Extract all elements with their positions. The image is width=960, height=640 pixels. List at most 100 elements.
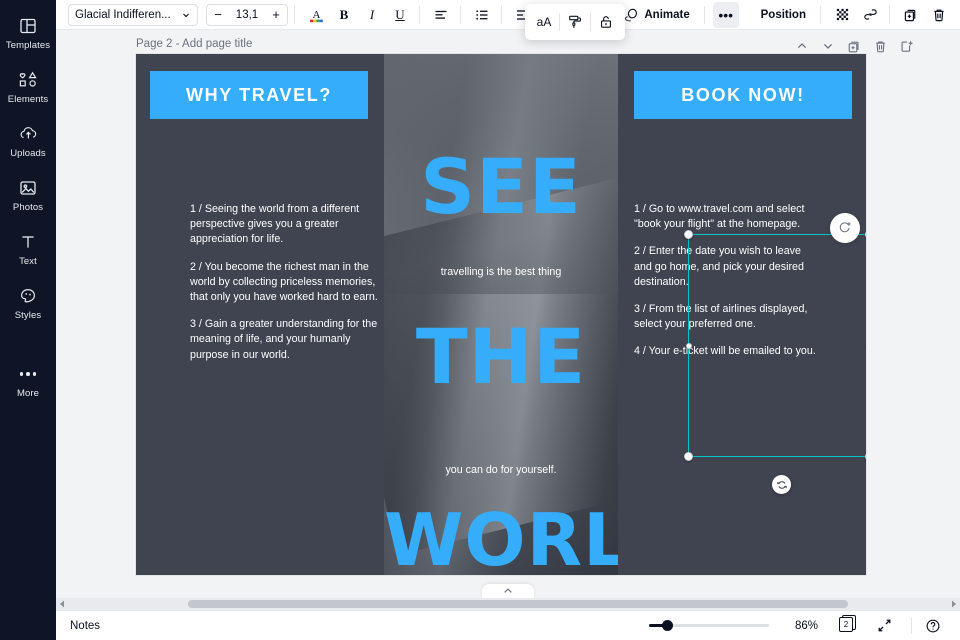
scrollbar-thumb[interactable] — [188, 600, 848, 608]
editor-area: Page 2 - Add page title — [56, 30, 960, 610]
sidebar-item-more[interactable]: More — [0, 354, 56, 408]
font-size-increase-button[interactable]: + — [265, 4, 287, 26]
top-toolbar: Glacial Indifferen... − 13,1 + A B — [56, 0, 960, 30]
left-panel-text-block[interactable]: 1 / Seeing the world from a different pe… — [190, 202, 380, 375]
sidebar-item-elements[interactable]: Elements — [0, 60, 56, 114]
scroll-right-arrow[interactable] — [948, 598, 960, 610]
bold-icon: B — [340, 7, 349, 23]
sidebar-item-text[interactable]: Text — [0, 222, 56, 276]
animate-icon — [624, 7, 639, 22]
help-icon — [925, 618, 941, 634]
toolbar-divider — [704, 6, 705, 24]
rotate-icon — [776, 479, 788, 491]
step-item: 2 / Enter the date you wish to leave and… — [634, 244, 820, 290]
collapse-panel-tab[interactable] — [482, 584, 534, 598]
underline-button[interactable]: U — [387, 2, 413, 28]
copy-style-button[interactable] — [560, 8, 590, 36]
step-item: 4 / Your e-ticket will be emailed to you… — [634, 344, 820, 359]
zoom-knob[interactable] — [662, 620, 673, 631]
text-case-button[interactable]: aA — [529, 8, 559, 36]
floating-text-toolbar: aA — [525, 4, 625, 40]
bullet-list-button[interactable] — [469, 2, 495, 28]
more-icon: ••• — [718, 11, 733, 19]
more-options-button[interactable]: ••• — [713, 2, 739, 28]
add-page-round-button[interactable] — [830, 213, 860, 243]
toolbar-divider — [460, 6, 461, 24]
bold-button[interactable]: B — [331, 2, 357, 28]
photos-icon — [18, 177, 38, 199]
font-size-input[interactable]: 13,1 — [229, 9, 265, 21]
headline-word-see: SEE — [384, 149, 618, 225]
templates-icon — [18, 15, 38, 37]
caret-right-icon — [951, 600, 957, 608]
add-page-button[interactable] — [894, 34, 918, 58]
toolbar-divider — [294, 6, 295, 24]
add-page-icon — [899, 39, 914, 54]
page-count-button[interactable]: 2 — [835, 613, 861, 639]
left-sidebar: Templates Elements Uploads — [0, 0, 56, 640]
zoom-slider[interactable] — [649, 619, 769, 633]
toolbar-divider — [820, 6, 821, 24]
align-left-icon — [433, 7, 449, 23]
right-banner-text: BOOK NOW! — [681, 85, 804, 106]
headline-word-world: WORLD — [384, 504, 618, 575]
left-panel-banner[interactable]: WHY TRAVEL? — [150, 71, 368, 119]
duplicate-icon — [903, 7, 919, 23]
zoom-value: 86% — [795, 620, 825, 632]
sidebar-item-templates[interactable]: Templates — [0, 6, 56, 60]
link-icon — [862, 6, 879, 23]
sidebar-item-uploads[interactable]: Uploads — [0, 114, 56, 168]
unlock-icon — [598, 14, 614, 30]
zoom-control: 86% — [649, 619, 825, 633]
left-banner-text: WHY TRAVEL? — [186, 85, 332, 106]
trash-icon — [873, 39, 888, 54]
center-subtitle-1: travelling is the best thing — [384, 266, 618, 278]
notes-button[interactable]: Notes — [70, 620, 100, 632]
duplicate-button[interactable] — [898, 2, 924, 28]
left-list-item: 3 / Gain a greater understanding for the… — [190, 317, 380, 363]
headline-word-the: THE — [384, 319, 618, 395]
animate-button[interactable]: Animate — [616, 3, 697, 27]
add-page-circle-icon — [837, 220, 853, 236]
trash-icon — [931, 7, 947, 23]
toolbar-divider — [419, 6, 420, 24]
svg-text:A: A — [313, 9, 321, 21]
sidebar-item-styles[interactable]: Styles — [0, 276, 56, 330]
scroll-left-arrow[interactable] — [56, 598, 68, 610]
delete-page-button[interactable] — [868, 34, 892, 58]
caret-left-icon — [59, 600, 65, 608]
font-size-decrease-button[interactable]: − — [207, 4, 229, 26]
center-subtitle-2: you can do for yourself. — [384, 464, 618, 476]
sidebar-item-photos[interactable]: Photos — [0, 168, 56, 222]
italic-button[interactable]: I — [359, 2, 385, 28]
rotate-handle[interactable] — [772, 475, 791, 494]
help-button[interactable] — [920, 613, 946, 639]
delete-button[interactable] — [926, 2, 952, 28]
right-panel-text-block[interactable]: 1 / Go to www.travel.com and select "boo… — [634, 202, 820, 372]
sidebar-item-label: Photos — [13, 202, 43, 213]
bullet-list-icon — [474, 7, 490, 23]
chevron-up-icon — [795, 39, 809, 53]
design-canvas[interactable]: WHY TRAVEL? 1 / Seeing the world from a … — [136, 54, 866, 575]
text-align-button[interactable] — [428, 2, 454, 28]
paint-roller-icon — [567, 14, 583, 30]
more-icon — [20, 363, 37, 385]
page-count-icon: 2 — [839, 617, 857, 635]
position-button[interactable]: Position — [753, 3, 814, 27]
text-color-button[interactable]: A — [303, 2, 329, 28]
toolbar-divider — [501, 6, 502, 24]
horizontal-scrollbar[interactable] — [56, 598, 960, 610]
brochure-panel-right[interactable]: BOOK NOW! 1 / Go to www.travel.com and s… — [620, 54, 866, 575]
expand-button[interactable] — [871, 613, 897, 639]
animate-label: Animate — [644, 9, 689, 21]
brochure-panel-center[interactable]: SEE travelling is the best thing THE you… — [384, 54, 618, 575]
lock-button[interactable] — [591, 8, 621, 36]
brochure-panel-left[interactable]: WHY TRAVEL? 1 / Seeing the world from a … — [136, 54, 382, 575]
transparency-button[interactable] — [829, 2, 855, 28]
underline-icon: U — [395, 7, 404, 23]
toolbar-divider — [889, 6, 890, 24]
link-button[interactable] — [857, 2, 883, 28]
right-panel-banner[interactable]: BOOK NOW! — [634, 71, 852, 119]
font-family-select[interactable]: Glacial Indifferen... — [68, 4, 198, 26]
page-title-label[interactable]: Page 2 - Add page title — [136, 38, 252, 50]
